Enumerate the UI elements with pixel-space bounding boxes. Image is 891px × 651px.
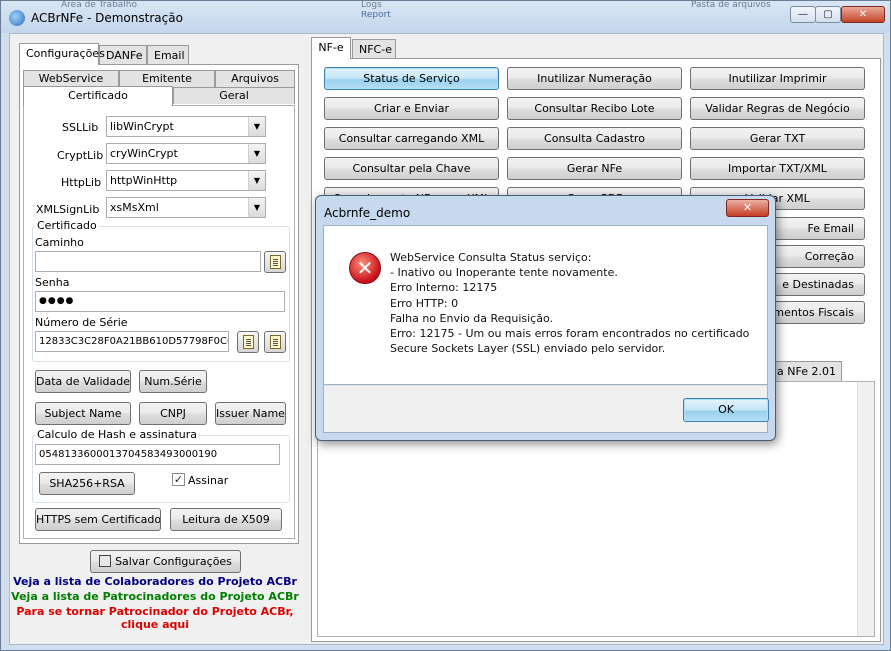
salvar-label: Salvar Configurações: [115, 555, 232, 568]
cryptlib-select[interactable]: cryWinCrypt ▼: [106, 143, 266, 164]
issuer-name-button[interactable]: Issuer Name: [215, 402, 286, 425]
message-line: Falha no Envio da Requisição.: [390, 311, 553, 325]
sha256-rsa-button[interactable]: SHA256+RSA: [39, 472, 135, 495]
chevron-down-icon: ▼: [248, 144, 265, 163]
message-line: - Inativo ou Inoperante tente novamente.: [390, 266, 618, 280]
cryptlib-label: CryptLib: [57, 149, 104, 162]
status-servico-button[interactable]: Status de Serviço: [324, 67, 499, 90]
consultar-carregando-xml-button[interactable]: Consultar carregando XML: [324, 127, 499, 150]
dialog-message: WebService Consulta Status serviço: - In…: [390, 250, 760, 356]
dialog-footer: OK: [323, 385, 769, 433]
certificado-panel: SSLLib libWinCrypt ▼ CryptLib cryWinCrypt…: [23, 105, 295, 539]
tab-configuracoes[interactable]: Configurações: [19, 43, 105, 65]
maximize-button[interactable]: ▢: [815, 6, 841, 23]
senha-input[interactable]: ●●●●: [35, 291, 285, 312]
minimize-button[interactable]: —: [790, 6, 816, 23]
title-bar[interactable]: ACBrNFe - Demonstração Área de Trabalho …: [1, 1, 890, 33]
tab-nfe[interactable]: NF-e: [311, 37, 351, 59]
ssllib-value: libWinCrypt: [110, 120, 174, 133]
certificado-group-title: Certificado: [35, 219, 99, 232]
app-icon: [9, 10, 25, 26]
gerar-txt-button[interactable]: Gerar TXT: [690, 127, 865, 150]
consultar-chave-button[interactable]: Consultar pela Chave: [324, 157, 499, 180]
tab-nfce[interactable]: NFC-e: [352, 39, 396, 59]
data-validade-button[interactable]: Data de Validade: [35, 370, 131, 393]
tab-email[interactable]: Email: [147, 45, 189, 65]
dialog-title: Acbrnfe_demo: [324, 206, 411, 220]
background-item: Pasta de arquivos: [691, 1, 771, 9]
link-clique-aqui[interactable]: clique aqui: [10, 618, 300, 631]
scrollbar[interactable]: [857, 382, 874, 636]
salvar-configuracoes-button[interactable]: Salvar Configurações: [90, 550, 241, 573]
importar-txt-xml-button[interactable]: Importar TXT/XML: [690, 157, 865, 180]
document-icon: [270, 255, 281, 269]
caminho-input[interactable]: [35, 251, 261, 272]
hash-input[interactable]: 05481336000137045834930001​90: [35, 444, 280, 465]
serie-input[interactable]: 12833C3C28F0A21BB610D57798F0CC: [35, 331, 229, 352]
config-panel: WebService Emitente Arquivos Certificado…: [19, 64, 299, 544]
assinar-checkbox[interactable]: ✓: [172, 473, 185, 486]
xmlsignlib-label: XMLSignLib: [36, 203, 100, 216]
consulta-cadastro-button[interactable]: Consulta Cadastro: [507, 127, 682, 150]
gerar-nfe-button[interactable]: Gerar NFe: [507, 157, 682, 180]
httplib-label: HttpLib: [61, 176, 102, 189]
window-title: ACBrNFe - Demonstração: [31, 11, 183, 25]
https-sem-certificado-button[interactable]: HTTPS sem Certificado: [35, 508, 161, 531]
link-colaboradores[interactable]: Veja a lista de Colaboradores do Projeto…: [10, 575, 300, 588]
tab-emitente[interactable]: Emitente: [119, 70, 215, 87]
document-icon: [270, 335, 281, 349]
xmlsignlib-value: xsMsXml: [110, 201, 159, 214]
tab-geral[interactable]: Geral: [173, 87, 295, 104]
num-serie-button[interactable]: Num.Série: [139, 370, 207, 393]
httplib-select[interactable]: httpWinHttp ▼: [106, 170, 266, 191]
ok-button[interactable]: OK: [683, 398, 769, 422]
xmlsignlib-select[interactable]: xsMsXml ▼: [106, 197, 266, 218]
subject-name-button[interactable]: Subject Name: [35, 402, 131, 425]
chevron-down-icon: ▼: [248, 171, 265, 190]
criar-enviar-button[interactable]: Criar e Enviar: [324, 97, 499, 120]
message-line: WebService Consulta Status serviço:: [390, 251, 592, 264]
document-icon: [243, 335, 254, 349]
inutilizar-imprimir-button[interactable]: Inutilizar Imprimir: [690, 67, 865, 90]
save-icon: [99, 555, 112, 567]
message-line: Erro Interno: 12175: [390, 281, 498, 295]
close-button[interactable]: ✕: [841, 6, 885, 23]
message-line: Erro: 12175 - Um ou mais erros foram enc…: [390, 327, 750, 341]
tab-webservice[interactable]: WebService: [23, 70, 119, 87]
tab-certificado[interactable]: Certificado: [23, 86, 173, 106]
caminho-label: Caminho: [35, 236, 84, 249]
link-patrocinadores[interactable]: Veja a lista de Patrocinadores do Projet…: [10, 590, 300, 603]
message-line: Secure Sockets Layer (SSL) enviado pelo …: [390, 342, 666, 356]
browse-file-button[interactable]: [264, 251, 286, 273]
background-item: Área de Trabalho: [61, 1, 138, 9]
consultar-recibo-lote-button[interactable]: Consultar Recibo Lote: [507, 97, 682, 120]
chevron-down-icon: ▼: [248, 198, 265, 217]
error-icon: ✕: [349, 252, 381, 284]
leitura-x509-button[interactable]: Leitura de X509: [170, 508, 282, 531]
ssllib-select[interactable]: libWinCrypt ▼: [106, 116, 266, 137]
senha-label: Senha: [35, 276, 70, 289]
hash-group-title: Calculo de Hash e assinatura: [35, 428, 200, 441]
cnpj-button[interactable]: CNPJ: [139, 402, 207, 425]
validar-regras-negocio-button[interactable]: Validar Regras de Negócio: [690, 97, 865, 120]
select-cert-alt-button[interactable]: [264, 331, 286, 353]
message-line: Erro HTTP: 0: [390, 296, 459, 310]
background-item: Report: [361, 11, 391, 19]
background-item: Logs: [361, 1, 382, 9]
cryptlib-value: cryWinCrypt: [110, 147, 178, 160]
inutilizar-numeracao-button[interactable]: Inutilizar Numeração: [507, 67, 682, 90]
serie-label: Número de Série: [35, 316, 128, 329]
assinar-label: Assinar: [188, 474, 229, 487]
dialog-close-button[interactable]: ✕: [726, 199, 769, 217]
tab-nfe-201[interactable]: a NFe 2.01: [770, 361, 842, 381]
tab-arquivos[interactable]: Arquivos: [215, 70, 295, 87]
httplib-value: httpWinHttp: [110, 174, 178, 187]
select-cert-button[interactable]: [237, 331, 259, 353]
ssllib-label: SSLLib: [62, 121, 99, 134]
link-patrocinador[interactable]: Para se tornar Patrocinador do Projeto A…: [10, 605, 300, 618]
chevron-down-icon: ▼: [248, 117, 265, 136]
tab-danfe[interactable]: DANFe: [99, 45, 147, 65]
error-dialog: Acbrnfe_demo ✕ ✕ WebService Consulta Sta…: [315, 195, 776, 441]
dialog-body: ✕ WebService Consulta Status serviço: - …: [323, 225, 768, 385]
